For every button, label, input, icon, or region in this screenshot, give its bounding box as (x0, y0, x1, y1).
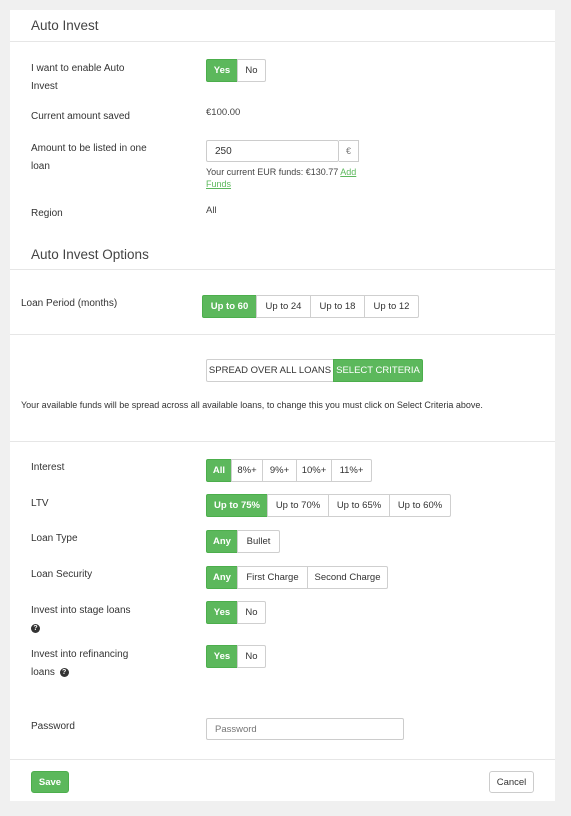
divider (10, 334, 555, 335)
ltv-70-button[interactable]: Up to 70% (267, 494, 329, 517)
loan-security-first-charge-button[interactable]: First Charge (237, 566, 308, 589)
interest-group: All 8%+ 9%+ 10%+ 11%+ (206, 459, 372, 482)
region-value: All (206, 205, 217, 216)
password-input[interactable] (206, 718, 404, 740)
enable-yes-button[interactable]: Yes (206, 59, 238, 82)
loan-type-group: Any Bullet (206, 530, 280, 553)
question-circle-icon[interactable]: ? (59, 667, 69, 677)
current-funds-label: Your current EUR funds: €130.77 (206, 167, 339, 177)
loan-type-label: Loan Type (31, 533, 78, 544)
loan-security-group: Any First Charge Second Charge (206, 566, 388, 589)
ltv-label: LTV (31, 498, 49, 509)
loan-period-12-button[interactable]: Up to 12 (364, 295, 419, 318)
loan-period-group: Up to 60 Up to 24 Up to 18 Up to 12 (202, 295, 419, 318)
save-button[interactable]: Save (31, 771, 69, 793)
loan-type-any-button[interactable]: Any (206, 530, 238, 553)
currency-addon: € (339, 140, 359, 162)
spread-note: Your available funds will be spread acro… (21, 400, 483, 410)
divider (10, 41, 555, 42)
question-circle-icon[interactable]: ? (31, 623, 40, 633)
interest-9-button[interactable]: 9%+ (262, 459, 297, 482)
refinancing-loans-no-button[interactable]: No (237, 645, 266, 668)
refinancing-loans-text: Invest into refinancing loans (31, 649, 129, 678)
select-criteria-button[interactable]: SELECT CRITERIA (333, 359, 423, 382)
refinancing-loans-toggle: Yes No (206, 645, 266, 668)
amount-listed-label: Amount to be listed in one loan (31, 143, 147, 172)
loan-period-60-button[interactable]: Up to 60 (202, 295, 257, 318)
password-label: Password (31, 721, 75, 732)
section-title-auto-invest: Auto Invest (31, 18, 99, 33)
refinancing-loans-yes-button[interactable]: Yes (206, 645, 238, 668)
interest-11-button[interactable]: 11%+ (331, 459, 372, 482)
ltv-65-button[interactable]: Up to 65% (328, 494, 390, 517)
enable-auto-invest-toggle: Yes No (206, 59, 266, 82)
stage-loans-no-button[interactable]: No (237, 601, 266, 624)
loan-type-bullet-button[interactable]: Bullet (237, 530, 280, 553)
spread-mode-group: SPREAD OVER ALL LOANS SELECT CRITERIA (206, 359, 423, 382)
enable-auto-invest-label: I want to enable Auto Invest (31, 63, 125, 92)
divider (10, 269, 555, 270)
current-funds-text: Your current EUR funds: €130.77 Add Fund… (206, 166, 366, 190)
enable-no-button[interactable]: No (237, 59, 266, 82)
region-label: Region (31, 208, 63, 219)
cancel-button[interactable]: Cancel (489, 771, 534, 793)
ltv-75-button[interactable]: Up to 75% (206, 494, 268, 517)
refinancing-loans-label: Invest into refinancing loans ? (31, 646, 151, 682)
loan-security-label: Loan Security (31, 569, 93, 580)
interest-8-button[interactable]: 8%+ (231, 459, 263, 482)
amount-listed-input[interactable]: 250 (206, 140, 339, 162)
ltv-group: Up to 75% Up to 70% Up to 65% Up to 60% (206, 494, 451, 517)
loan-security-second-charge-button[interactable]: Second Charge (307, 566, 388, 589)
stage-loans-yes-button[interactable]: Yes (206, 601, 238, 624)
auto-invest-form: Auto Invest I want to enable Auto Invest… (10, 10, 555, 801)
section-title-options: Auto Invest Options (31, 247, 149, 262)
amount-saved-label: Current amount saved (31, 111, 130, 122)
loan-security-any-button[interactable]: Any (206, 566, 238, 589)
stage-loans-toggle: Yes No (206, 601, 266, 624)
stage-loans-label: Invest into stage loans ? (31, 602, 171, 638)
loan-period-18-button[interactable]: Up to 18 (310, 295, 365, 318)
divider (10, 441, 555, 442)
interest-10-button[interactable]: 10%+ (296, 459, 332, 482)
spread-all-loans-button[interactable]: SPREAD OVER ALL LOANS (206, 359, 334, 382)
ltv-60-button[interactable]: Up to 60% (389, 494, 451, 517)
stage-loans-text: Invest into stage loans (31, 605, 131, 616)
interest-label: Interest (31, 462, 65, 473)
loan-period-label: Loan Period (months) (21, 298, 118, 309)
amount-saved-value: €100.00 (206, 107, 241, 118)
interest-all-button[interactable]: All (206, 459, 232, 482)
loan-period-24-button[interactable]: Up to 24 (256, 295, 311, 318)
divider (10, 759, 555, 760)
